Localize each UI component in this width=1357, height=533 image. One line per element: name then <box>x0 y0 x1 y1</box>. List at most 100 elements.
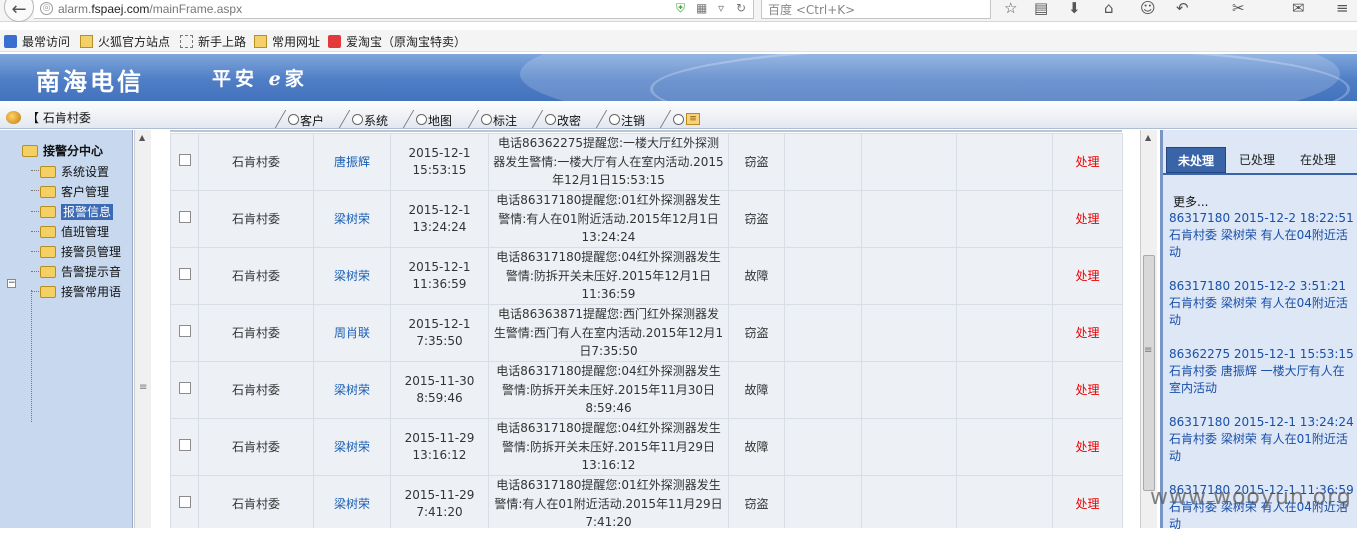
search-box[interactable]: 百度 <Ctrl+K> <box>761 0 991 19</box>
row-checkbox[interactable] <box>178 267 191 280</box>
tab-system[interactable]: 系统 <box>350 112 388 129</box>
user-link[interactable]: 梁树荣 <box>313 361 391 419</box>
sidebar-item-customer-management[interactable]: 客户管理 <box>40 183 109 200</box>
tab-unprocessed[interactable]: 未处理 <box>1166 147 1226 173</box>
empty-cell <box>784 133 862 191</box>
sidebar-item-duty-management[interactable]: 值班管理 <box>40 223 109 240</box>
empty-cell <box>956 304 1053 362</box>
pending-alarm-item[interactable]: 86317180 2015-12-2 3:51:21 石肯村委 梁树荣 有人在04… <box>1169 278 1355 329</box>
dropdown-arrow-icon[interactable]: ▿ <box>718 1 724 15</box>
process-button[interactable]: 处理 <box>1052 247 1123 305</box>
empty-cell <box>784 304 862 362</box>
user-link[interactable]: 梁树荣 <box>313 190 391 248</box>
undo-icon[interactable]: ↶ <box>1176 0 1189 17</box>
browser-tools: ☆ ▤ ⬇ ⌂ ☺ ↶ ✂ ✉ ≡ <box>1000 0 1357 20</box>
folder-icon <box>40 286 56 298</box>
collapse-icon[interactable]: − <box>7 279 16 288</box>
pending-alarm-item[interactable]: 86317180 2015-12-2 18:22:51 石肯村委 梁树荣 有人在0… <box>1169 210 1355 261</box>
row-checkbox[interactable] <box>178 438 191 451</box>
crop-icon[interactable]: ✂ <box>1232 0 1245 17</box>
tab-mark[interactable]: 标注 <box>479 112 517 129</box>
taobao-icon <box>328 35 341 48</box>
pending-alarm-item[interactable]: 86362275 2015-12-1 15:53:15 石肯村委 唐振辉 一楼大厅… <box>1169 346 1355 397</box>
process-button[interactable]: 处理 <box>1052 190 1123 248</box>
datetime-cell: 2015-11-29 13:16:12 <box>390 418 489 476</box>
reading-list-icon[interactable]: ▤ <box>1034 0 1048 17</box>
shield-icon[interactable]: ⛨ <box>676 1 685 16</box>
scroll-thumb[interactable] <box>1143 255 1155 491</box>
folder-icon <box>40 266 56 278</box>
row-checkbox[interactable] <box>178 495 191 508</box>
qr-code-icon[interactable]: ▦ <box>696 1 707 15</box>
user-link[interactable]: 唐振辉 <box>313 133 391 191</box>
tab-customer[interactable]: 客户 <box>286 112 324 129</box>
reload-icon[interactable]: ↻ <box>736 1 746 15</box>
user-link[interactable]: 周肖联 <box>313 304 391 362</box>
process-button[interactable]: 处理 <box>1052 304 1123 362</box>
org-cell: 石肯村委 <box>198 133 314 191</box>
process-button[interactable]: 处理 <box>1052 133 1123 191</box>
row-checkbox[interactable] <box>178 153 191 166</box>
sidebar-item-operator-management[interactable]: 接警员管理 <box>40 243 121 260</box>
bookmark-getting-started[interactable]: 新手上路 <box>180 33 246 50</box>
tab-change-password[interactable]: 改密 <box>543 112 581 129</box>
bookmark-firefox-site[interactable]: 火狐官方站点 <box>80 33 170 50</box>
empty-cell <box>956 418 1053 476</box>
type-cell: 故障 <box>728 247 785 305</box>
bookmark-most-visited[interactable]: 最常访问 <box>4 33 70 50</box>
tab-logout[interactable]: 注销 <box>607 112 645 129</box>
download-icon[interactable]: ⬇ <box>1068 0 1081 17</box>
row-select-cell <box>170 475 199 528</box>
user-link[interactable]: 梁树荣 <box>313 475 391 528</box>
row-checkbox[interactable] <box>178 381 191 394</box>
sidebar-item-alarm-info[interactable]: 报警信息 <box>40 203 114 220</box>
process-button[interactable]: 处理 <box>1052 418 1123 476</box>
sidebar-item-common-phrases[interactable]: 接警常用语 <box>40 283 121 300</box>
bookmark-aitaobao[interactable]: 爱淘宝（原淘宝特卖） <box>328 33 466 50</box>
tab-processing[interactable]: 在处理 <box>1287 147 1349 173</box>
empty-cell <box>784 361 862 419</box>
tree-root[interactable]: 接警分中心 <box>22 142 103 159</box>
empty-cell <box>861 475 957 528</box>
tab-map[interactable]: 地图 <box>414 112 452 129</box>
bookmark-common-sites[interactable]: 常用网址 <box>254 33 320 50</box>
table-row: 石肯村委 唐振辉 2015-12-1 15:53:15 电话86362275提醒您:一楼… <box>170 133 1123 191</box>
pending-alarm-item[interactable]: 86317180 2015-12-1 13:24:24 石肯村委 梁树荣 有人在0… <box>1169 414 1355 465</box>
banner-decoration-ring <box>650 54 1350 101</box>
chat-icon[interactable]: ☺ <box>1140 0 1156 17</box>
home-icon[interactable]: ⌂ <box>1104 0 1114 17</box>
empty-cell <box>956 133 1053 191</box>
user-link[interactable]: 梁树荣 <box>313 247 391 305</box>
org-cell: 石肯村委 <box>198 304 314 362</box>
back-arrow-icon[interactable]: ← <box>4 0 34 22</box>
process-button[interactable]: 处理 <box>1052 361 1123 419</box>
user-link[interactable]: 梁树荣 <box>313 418 391 476</box>
folder-icon <box>254 35 267 48</box>
scroll-up-icon[interactable]: ▲ <box>1145 133 1151 142</box>
star-icon[interactable]: ☆ <box>1004 0 1017 17</box>
sidebar-item-system-settings[interactable]: 系统设置 <box>40 163 109 180</box>
sidebar: − 接警分中心 系统设置 客户管理 报警信息 值班管理 接警员管理 告警提示音 … <box>0 130 133 528</box>
table-row: 石肯村委 梁树荣 2015-11-29 13:16:12 电话86317180提醒您:0… <box>170 418 1123 476</box>
sidebar-item-alert-sound[interactable]: 告警提示音 <box>40 263 121 280</box>
process-button[interactable]: 处理 <box>1052 475 1123 528</box>
more-link[interactable]: 更多... <box>1173 193 1208 210</box>
content-scrollbar[interactable]: ▲ ≡ <box>1140 130 1157 528</box>
tab-processed[interactable]: 已处理 <box>1227 147 1287 173</box>
empty-cell <box>861 304 957 362</box>
sidebar-scrollbar[interactable]: ▲ ≡ <box>134 130 151 528</box>
lock-icon[interactable]: ≡ <box>686 113 700 125</box>
row-select-cell <box>170 190 199 248</box>
empty-cell <box>861 418 957 476</box>
table-row: 石肯村委 梁树荣 2015-12-1 13:24:24 电话86317180提醒您:01… <box>170 190 1123 248</box>
comment-icon[interactable]: ✉ <box>1292 0 1305 17</box>
url-text[interactable]: alarm.fspaej.com/mainFrame.aspx <box>58 2 242 16</box>
tab-extra[interactable] <box>671 112 685 129</box>
row-checkbox[interactable] <box>178 210 191 223</box>
row-checkbox[interactable] <box>178 324 191 337</box>
scroll-grip-icon[interactable]: ≡ <box>139 382 147 393</box>
menu-icon[interactable]: ≡ <box>1336 0 1349 17</box>
scroll-up-icon[interactable]: ▲ <box>139 133 145 142</box>
address-bar[interactable]: ◎ alarm.fspaej.com/mainFrame.aspx ⛨ ▦ ▿ … <box>34 0 754 19</box>
globe-icon <box>6 111 21 124</box>
